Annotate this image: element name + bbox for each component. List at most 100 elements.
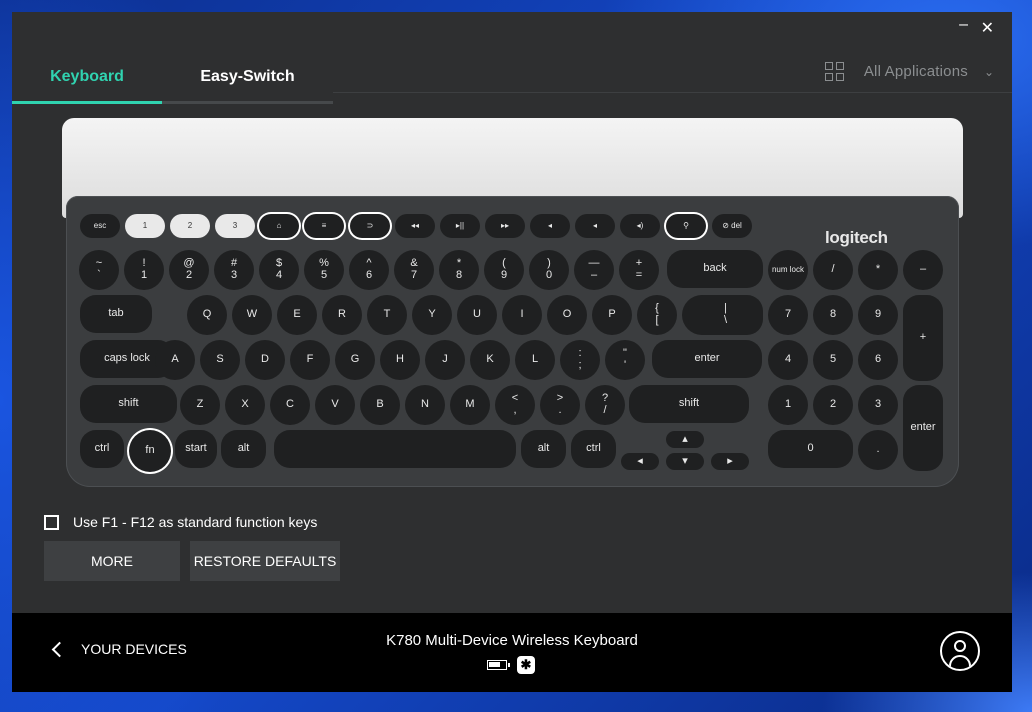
key-alt-right[interactable]: alt (521, 430, 566, 468)
profile-icon[interactable] (940, 631, 980, 671)
key-a-6[interactable]: H (380, 340, 420, 380)
key-num-8[interactable]: * 8 (439, 250, 479, 290)
application-selector[interactable]: All Applications ⌄ (824, 62, 994, 81)
key-a-11[interactable]: " ' (605, 340, 645, 380)
key-z-6[interactable]: N (405, 385, 445, 425)
key-shift-left[interactable]: shift (80, 385, 177, 423)
key-q-4[interactable]: R (322, 295, 362, 335)
key-fn-13[interactable]: ⚲ (666, 214, 706, 238)
key-z-2[interactable]: X (225, 385, 265, 425)
key-q-9[interactable]: O (547, 295, 587, 335)
key-num-0[interactable]: ~ ` (79, 250, 119, 290)
key-q-10[interactable]: P (592, 295, 632, 335)
key-a-7[interactable]: J (425, 340, 465, 380)
key-fn-14[interactable]: ⊘ del (712, 214, 752, 238)
key-fn-11[interactable]: ◂ (575, 214, 615, 238)
key-num-4[interactable]: $4 (259, 250, 299, 290)
key-a-1[interactable]: A (155, 340, 195, 380)
key-num-dot[interactable]: . (858, 430, 898, 470)
close-button[interactable]: ✕ (981, 18, 994, 38)
tab-keyboard[interactable]: Keyboard (12, 52, 162, 104)
key-num-enter[interactable]: enter (903, 385, 943, 471)
key-z-5[interactable]: B (360, 385, 400, 425)
key-num-0[interactable]: 0 (768, 430, 853, 468)
key-q-6[interactable]: Y (412, 295, 452, 335)
key-fn-8[interactable]: ▸|| (440, 214, 480, 238)
key-q-2[interactable]: W (232, 295, 272, 335)
key-a-8[interactable]: K (470, 340, 510, 380)
key-enter[interactable]: enter (652, 340, 762, 378)
key-ctrl-left[interactable]: ctrl (80, 430, 124, 468)
key-arrow-left[interactable]: ◂ (621, 453, 659, 470)
key-num-3[interactable]: 3 (858, 385, 898, 425)
key-num-1[interactable]: ! 1 (124, 250, 164, 290)
key-fn-6[interactable]: ⊃ (350, 214, 390, 238)
fn-keys-checkbox[interactable] (44, 514, 59, 530)
key-fn-1[interactable]: 1 (125, 214, 165, 238)
key-a-3[interactable]: D (245, 340, 285, 380)
key-q-3[interactable]: E (277, 295, 317, 335)
key-ctrl-right[interactable]: ctrl (571, 430, 616, 468)
key-fn-4[interactable]: ⌂ (259, 214, 299, 238)
key-fn-5[interactable]: ≡ (304, 214, 344, 238)
key-num-4[interactable]: 4 (768, 340, 808, 380)
key-q-1[interactable]: Q (187, 295, 227, 335)
key-z-4[interactable]: V (315, 385, 355, 425)
key-num-7[interactable]: 7 (768, 295, 808, 335)
key-num-7[interactable]: & 7 (394, 250, 434, 290)
key-shift-right[interactable]: shift (629, 385, 749, 423)
key-z-8[interactable]: <, (495, 385, 535, 425)
key-space[interactable] (274, 430, 516, 468)
key-pipe[interactable]: | \ (688, 295, 763, 335)
key-arrow-down[interactable]: ▾ (666, 453, 704, 470)
key-back[interactable]: back (667, 250, 763, 288)
key-a-4[interactable]: F (290, 340, 330, 380)
key-fn-10[interactable]: ◂ (530, 214, 570, 238)
key-z-10[interactable]: ? / (585, 385, 625, 425)
key-q-8[interactable]: I (502, 295, 542, 335)
key-num-lock[interactable]: num lock (768, 250, 808, 290)
key-num-divide[interactable]: / (813, 250, 853, 290)
key-a-9[interactable]: L (515, 340, 555, 380)
key-num-5[interactable]: % 5 (304, 250, 344, 290)
key-num-minus[interactable]: – (903, 250, 943, 290)
key-num-9[interactable]: 9 (858, 295, 898, 335)
key-num-6[interactable]: ^ 6 (349, 250, 389, 290)
key-fn-3[interactable]: 3 (215, 214, 255, 238)
key-q-7[interactable]: U (457, 295, 497, 335)
key-num-2[interactable]: @2 (169, 250, 209, 290)
key-num-2[interactable]: 2 (813, 385, 853, 425)
key-start[interactable]: start (175, 430, 217, 468)
key-a-10[interactable]: :; (560, 340, 600, 380)
key-num-plus[interactable]: + (903, 295, 943, 381)
key-num-10[interactable]: ) 0 (529, 250, 569, 290)
key-fn-12[interactable]: ◂) (620, 214, 660, 238)
tab-easy-switch[interactable]: Easy-Switch (162, 52, 333, 104)
restore-defaults-button[interactable]: RESTORE DEFAULTS (190, 541, 340, 581)
more-button[interactable]: MORE (44, 541, 180, 581)
key-arrow-right[interactable]: ▸ (711, 453, 749, 470)
key-alt-left[interactable]: alt (221, 430, 266, 468)
key-z-9[interactable]: >. (540, 385, 580, 425)
key-fn-0[interactable]: esc (80, 214, 120, 238)
key-tab[interactable]: tab (80, 295, 152, 333)
key-num-1[interactable]: 1 (768, 385, 808, 425)
key-a-2[interactable]: S (200, 340, 240, 380)
key-fn-2[interactable]: 2 (170, 214, 210, 238)
key-z-1[interactable]: Z (180, 385, 220, 425)
key-fn[interactable]: fn (129, 430, 171, 472)
key-z-7[interactable]: M (450, 385, 490, 425)
minimize-button[interactable]: – (959, 16, 968, 34)
key-num-5[interactable]: 5 (813, 340, 853, 380)
key-num-12[interactable]: + = (619, 250, 659, 290)
key-arrow-up[interactable]: ▴ (666, 431, 704, 448)
key-num-6[interactable]: 6 (858, 340, 898, 380)
key-num-9[interactable]: (9 (484, 250, 524, 290)
key-z-3[interactable]: C (270, 385, 310, 425)
key-q-11[interactable]: {[ (637, 295, 677, 335)
key-num-8[interactable]: 8 (813, 295, 853, 335)
key-num-multiply[interactable]: * (858, 250, 898, 290)
key-fn-9[interactable]: ▸▸ (485, 214, 525, 238)
key-q-5[interactable]: T (367, 295, 407, 335)
key-num-3[interactable]: #3 (214, 250, 254, 290)
